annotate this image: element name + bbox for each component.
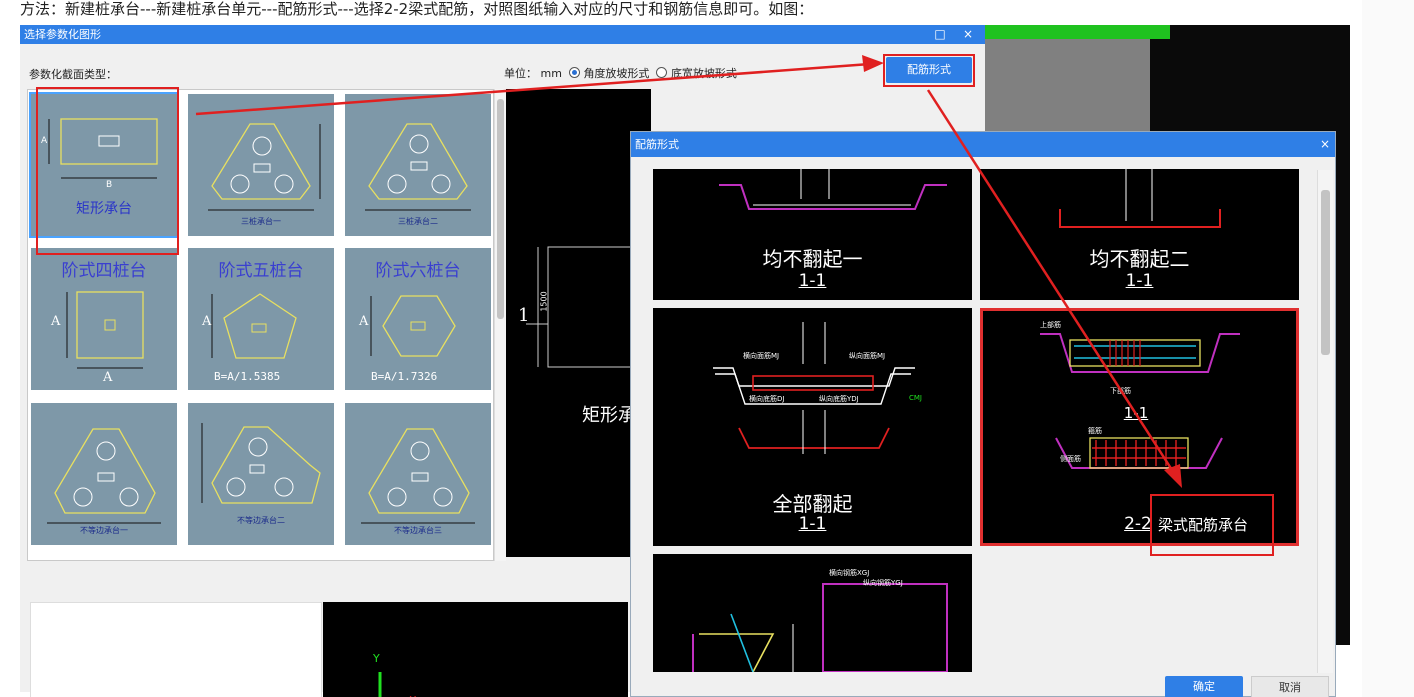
label-longitudinal-bottom: 纵向底筋YDJ bbox=[819, 395, 859, 403]
option-section-upper: 1-1 bbox=[1123, 404, 1149, 422]
shape-uneven-2[interactable]: 不等边承台二 bbox=[188, 403, 334, 545]
dialog-close-button[interactable]: × bbox=[1317, 132, 1333, 157]
shape-three-pile-1[interactable]: 三桩承台一 bbox=[188, 94, 334, 236]
dim-a: A bbox=[359, 314, 369, 329]
shape-label: 不等边承台一 bbox=[80, 526, 128, 535]
shape-grid-scrollbar[interactable] bbox=[494, 89, 506, 561]
section-type-label: 参数化截面类型： bbox=[29, 68, 117, 81]
label-transverse-top: 横向面筋MJ bbox=[743, 352, 780, 360]
option-section: 1-1 bbox=[798, 271, 827, 291]
radio-width-label[interactable]: 底宽放坡形式 bbox=[671, 67, 737, 80]
shape-label: 三桩承台二 bbox=[398, 217, 438, 226]
preview-label: 矩形承 bbox=[582, 405, 636, 426]
unit-label: 单位： bbox=[504, 67, 537, 80]
dialog-title: 配筋形式 bbox=[635, 138, 679, 151]
label-bottom-bar: 下部筋 bbox=[1110, 387, 1131, 395]
dim-a: A bbox=[51, 314, 61, 329]
label-side-bar: 侧面筋 bbox=[1060, 455, 1081, 463]
label-side: CMJ bbox=[909, 394, 922, 402]
radio-angle-label[interactable]: 角度放坡形式 bbox=[583, 67, 649, 80]
label-top-bar: 上部筋 bbox=[1040, 321, 1061, 329]
option-drawing bbox=[692, 583, 948, 672]
dim-b: A bbox=[103, 370, 113, 385]
rebar-option-all-bend[interactable]: 横向面筋MJ 纵向面筋MJ 横向底筋DJ 纵向底筋YDJ CMJ 全部翻起 1-… bbox=[653, 308, 972, 546]
shape-uneven-3[interactable]: 不等边承台三 bbox=[345, 403, 491, 545]
option-section: 1-1 bbox=[798, 514, 827, 534]
window-titlebar: 选择参数化图形 □ × bbox=[20, 25, 985, 44]
label-longitudinal: 纵向钢筋YGJ bbox=[863, 579, 903, 587]
radio-angle[interactable] bbox=[568, 67, 580, 78]
shape-stepped-5[interactable]: 阶式五桩台 A B=A/1.5385 bbox=[188, 248, 334, 390]
ok-button[interactable]: 确定 bbox=[1165, 676, 1243, 697]
dialog-scrollbar[interactable] bbox=[1317, 170, 1333, 673]
shape-uneven-1[interactable]: 不等边承台一 bbox=[31, 403, 177, 545]
label-transverse-bottom: 横向底筋DJ bbox=[749, 395, 785, 403]
three-pile-drawing bbox=[365, 123, 471, 211]
axis-viewport: Y X bbox=[323, 602, 628, 697]
dim-a: A bbox=[202, 314, 212, 329]
rebar-option-no-bend-2[interactable]: 均不翻起二 1-1 bbox=[980, 169, 1299, 300]
intro-text: 方法：新建桩承台---新建桩承台单元---配筋形式---选择2-2梁式配筋，对照… bbox=[20, 0, 814, 18]
option-title: 均不翻起二 bbox=[1089, 247, 1190, 271]
shape-label: 三桩承台一 bbox=[241, 217, 281, 226]
label-longitudinal-top: 纵向面筋MJ bbox=[849, 352, 886, 360]
scroll-thumb[interactable] bbox=[497, 99, 504, 319]
scroll-thumb[interactable] bbox=[1321, 190, 1330, 355]
uneven-1-drawing bbox=[47, 428, 161, 524]
axis-gizmo bbox=[378, 672, 382, 697]
highlight-rect-cap bbox=[36, 87, 179, 255]
option-section: 1-1 bbox=[1125, 271, 1154, 291]
rebar-option-no-bend-1[interactable]: 均不翻起一 1-1 bbox=[653, 169, 972, 300]
screenshot-stage: 方法：新建桩承台---新建桩承台单元---配筋形式---选择2-2梁式配筋，对照… bbox=[0, 0, 1414, 697]
preview-marker: 1 bbox=[518, 305, 530, 326]
shape-stepped-4[interactable]: 阶式四桩台 A A bbox=[31, 248, 177, 390]
dialog-titlebar: 配筋形式 × bbox=[631, 132, 1335, 157]
annotation-box: 梁式配筋承台 bbox=[1150, 494, 1274, 556]
shape-label: 不等边承台三 bbox=[394, 526, 442, 535]
unit-value: mm bbox=[540, 67, 562, 80]
annotation-text: 梁式配筋承台 bbox=[1158, 516, 1249, 534]
unit-row: 单位： mm 角度放坡形式 底宽放坡形式 bbox=[504, 65, 737, 81]
maximize-button[interactable]: □ bbox=[932, 25, 948, 44]
radio-width[interactable] bbox=[656, 67, 668, 78]
option-title: 全部翻起 bbox=[772, 492, 853, 516]
background-green-strip bbox=[985, 25, 1170, 39]
highlight-rebar-button bbox=[883, 54, 975, 87]
preview-dim: 1500 bbox=[539, 291, 549, 312]
label-transverse: 横向钢筋XGJ bbox=[829, 569, 870, 577]
shape-three-pile-2[interactable]: 三桩承台二 bbox=[345, 94, 491, 236]
three-pile-drawing bbox=[208, 123, 321, 211]
rebar-form-dialog: 配筋形式 × 均不翻起一 1-1 均不翻起二 1-1 横向面筋MJ 纵向面筋MJ… bbox=[630, 131, 1336, 697]
close-button[interactable]: × bbox=[960, 25, 976, 44]
property-panel bbox=[30, 602, 322, 697]
option-title: 均不翻起一 bbox=[762, 247, 863, 271]
cancel-button[interactable]: 取消 bbox=[1251, 676, 1329, 697]
rebar-option-stepped[interactable]: 横向钢筋XGJ 纵向钢筋YGJ bbox=[653, 554, 972, 672]
shape-stepped-6[interactable]: 阶式六桩台 A B=A/1.7326 bbox=[345, 248, 491, 390]
dim-b: B=A/1.5385 bbox=[214, 370, 281, 383]
axis-y-label: Y bbox=[373, 652, 380, 665]
shape-label: 不等边承台二 bbox=[237, 516, 285, 525]
page-right-margin bbox=[1362, 0, 1414, 697]
window-title: 选择参数化图形 bbox=[24, 28, 101, 41]
dim-b: B=A/1.7326 bbox=[371, 370, 438, 383]
label-stirrup: 箍筋 bbox=[1088, 427, 1102, 435]
uneven-3-drawing bbox=[361, 428, 475, 524]
